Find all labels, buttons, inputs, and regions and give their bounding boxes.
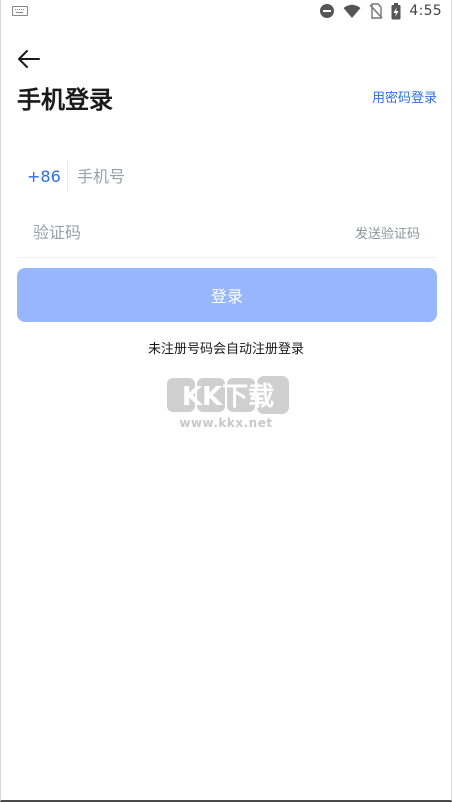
password-login-link[interactable]: 用密码登录: [372, 87, 437, 106]
auto-register-hint: 未注册号码会自动注册登录: [147, 342, 304, 357]
status-bar: 4:55: [0, 0, 452, 22]
phone-row: +86: [17, 158, 437, 196]
login-button[interactable]: 登录: [17, 268, 437, 322]
back-arrow-icon[interactable]: [16, 48, 42, 70]
watermark-url: www.kkx.net: [179, 416, 273, 430]
no-sim-icon: [369, 3, 383, 19]
battery-charging-icon: [391, 2, 401, 19]
send-code-button[interactable]: 发送验证码: [355, 223, 420, 242]
country-code-divider: [67, 160, 68, 192]
watermark-logo-text: KK下载: [182, 382, 274, 412]
status-icons: 4:55: [319, 2, 442, 20]
page-title: 手机登录: [17, 86, 113, 114]
country-code-selector[interactable]: +86: [27, 167, 61, 186]
watermark-logo: KK下载: [167, 376, 289, 414]
wifi-icon: [343, 4, 361, 18]
status-time: 4:55: [409, 3, 442, 19]
verification-code-input[interactable]: [31, 215, 275, 249]
keyboard-icon: [12, 6, 28, 16]
phone-input[interactable]: [75, 160, 419, 192]
do-not-disturb-icon: [320, 4, 335, 18]
verification-code-row: 发送验证码: [17, 213, 437, 258]
